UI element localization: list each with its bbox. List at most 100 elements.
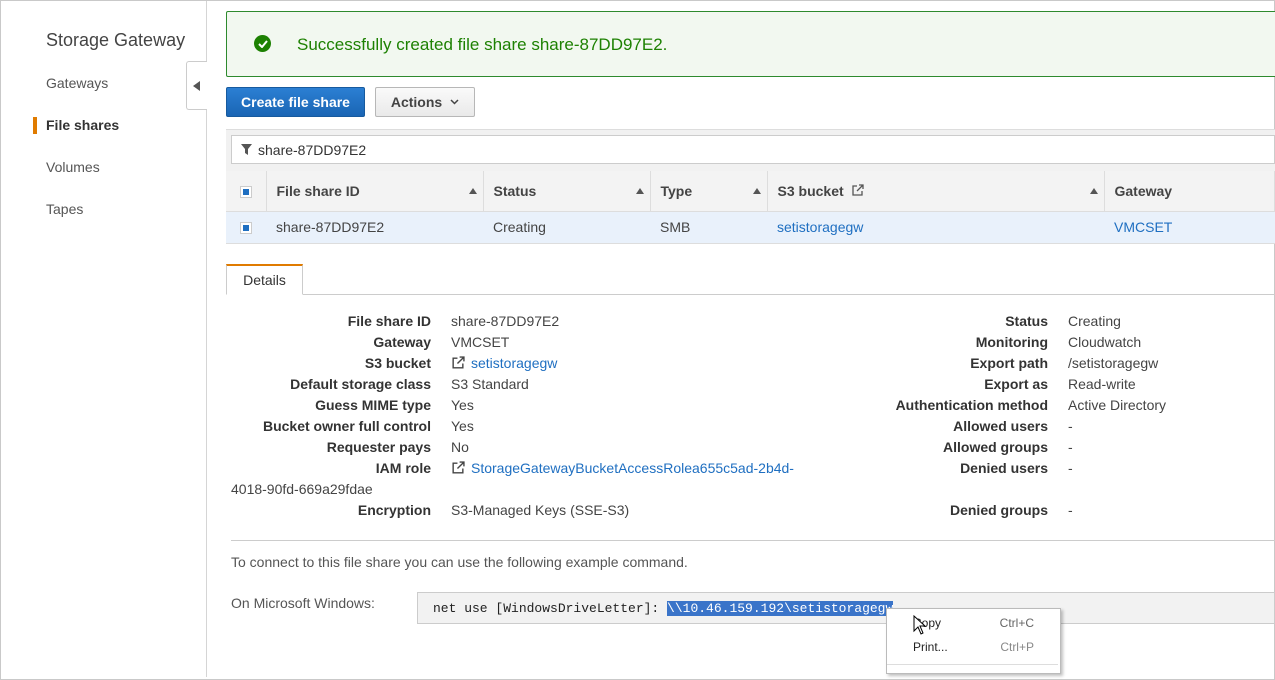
actions-button[interactable]: Actions [375,87,475,117]
collapse-sidebar-button[interactable] [186,61,207,110]
header-s3-bucket[interactable]: S3 bucket [767,171,1105,212]
detail-value: No [451,439,469,455]
detail-label: Gateway [373,334,431,350]
section-divider [231,540,1275,541]
detail-label: Export as [984,376,1048,392]
sort-icon [635,188,644,194]
file-shares-table: File share ID Status Type S3 bucket Gate… [226,171,1275,244]
detail-label: Authentication method [895,397,1048,413]
detail-label: Requester pays [326,439,431,455]
mouse-cursor-icon [913,615,927,635]
detail-value: share-87DD97E2 [451,313,560,329]
success-alert: Successfully created file share share-87… [226,11,1275,77]
detail-value: - [1068,439,1073,455]
check-circle-icon [254,35,271,52]
row-select-cell [226,211,266,244]
sidebar-item-tapes[interactable]: Tapes [46,201,83,217]
detail-label: Denied groups [949,502,1048,518]
header-type[interactable]: Type [650,171,768,212]
bucket-detail: setistoragegw [451,355,557,371]
detail-value: Active Directory [1068,397,1167,413]
detail-label: S3 bucket [364,355,431,371]
external-link-icon [851,184,864,196]
caret-left-icon [193,80,200,91]
windows-label: On Microsoft Windows: [231,595,375,611]
filter-value: share-87DD97E2 [258,142,367,158]
chevron-down-icon [450,99,459,105]
cell-type: SMB [650,211,767,244]
connect-help-text: To connect to this file share you can us… [231,554,688,570]
menu-item-print[interactable]: Print... [913,640,948,654]
detail-label: Bucket owner full control [262,418,431,434]
command-selection[interactable]: \\10.46.159.192\setistoragegw [667,601,894,616]
detail-label: Status [1005,313,1048,329]
select-all-checkbox[interactable] [239,186,252,199]
tab-details[interactable]: Details [226,264,303,295]
header-label: Gateway [1114,182,1173,199]
command-prefix: net use [WindowsDriveLetter]: [433,601,668,616]
command-box[interactable]: net use [WindowsDriveLetter]: \\10.46.15… [417,592,1275,624]
select-all-cell [226,171,267,212]
gateway-detail-link[interactable]: VMCSET [451,334,509,350]
detail-label: Monitoring [975,334,1048,350]
active-marker [33,117,37,134]
gateway-link[interactable]: VMCSET [1114,219,1172,235]
cell-file-share-id: share-87DD97E2 [266,211,483,244]
sort-icon [468,188,477,194]
detail-label: Default storage class [290,376,431,392]
iam-role-link[interactable]: StorageGatewayBucketAccessRolea655c5ad-2… [471,460,794,476]
row-checkbox[interactable] [240,222,252,235]
cell-status: Creating [483,211,650,244]
monitoring-link[interactable]: Cloudwatch [1068,334,1141,350]
shortcut-print: Ctrl+P [1000,640,1034,654]
bucket-link[interactable]: setistoragegw [777,219,863,235]
header-gateway[interactable]: Gateway [1104,171,1275,212]
create-file-share-button[interactable]: Create file share [226,87,365,117]
detail-value: S3-Managed Keys (SSE-S3) [451,502,630,518]
sidebar: Storage Gateway Gateways File shares Vol… [1,1,207,677]
detail-label: File share ID [347,313,431,329]
sort-icon [752,188,761,194]
external-link-icon [452,356,465,369]
detail-value: - [1068,502,1073,518]
table-header-row: File share ID Status Type S3 bucket Gate… [226,171,1275,212]
detail-value: - [1068,418,1073,434]
detail-value: Creating [1068,313,1121,329]
header-status[interactable]: Status [483,171,651,212]
detail-value: Read-write [1068,376,1136,392]
alert-message: Successfully created file share share-87… [297,35,668,54]
detail-label: Guess MIME type [315,397,431,413]
detail-label: Export path [970,355,1048,371]
command-text: net use [WindowsDriveLetter]: \\10.46.15… [433,601,894,616]
header-file-share-id[interactable]: File share ID [266,171,484,212]
filter-icon [241,144,252,155]
detail-value: - [1068,460,1073,476]
detail-label: Encryption [357,502,431,518]
detail-label: IAM role [375,460,431,476]
tab-divider [226,294,1275,295]
shortcut-copy: Ctrl+C [999,616,1034,630]
detail-value: /setistoragegw [1068,355,1159,371]
iam-role-detail: StorageGatewayBucketAccessRolea655c5ad-2… [451,460,794,476]
bucket-detail-link[interactable]: setistoragegw [471,355,557,371]
detail-value: S3 Standard [451,376,529,392]
detail-value: Yes [451,418,474,434]
sort-icon [1089,188,1098,194]
header-label: Type [660,182,693,199]
iam-role-link-cont[interactable]: 4018-90fd-669a29fdae [231,481,373,497]
header-label: Status [493,182,537,199]
menu-divider [887,664,1058,665]
external-link-icon [452,461,465,474]
sidebar-item-file-shares[interactable]: File shares [46,117,119,133]
filter-input[interactable]: share-87DD97E2 [231,135,1275,164]
detail-label: Denied users [960,460,1048,476]
sidebar-item-gateways[interactable]: Gateways [46,75,108,91]
cell-gateway: VMCSET [1104,211,1275,244]
header-label: File share ID [276,182,360,199]
header-label: S3 bucket [777,182,844,199]
table-row[interactable]: share-87DD97E2 Creating SMB setistorageg… [226,211,1275,244]
sidebar-item-volumes[interactable]: Volumes [46,159,100,175]
detail-label: Allowed users [953,418,1048,434]
detail-value: Yes [451,397,474,413]
sidebar-title: Storage Gateway [46,30,186,50]
